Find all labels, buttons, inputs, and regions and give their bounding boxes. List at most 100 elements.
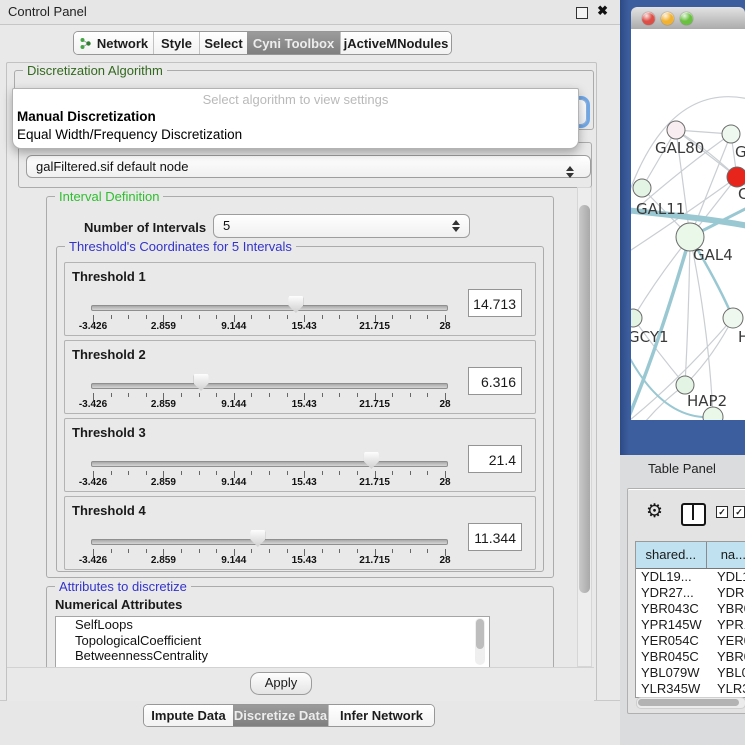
- tick-mark: [251, 471, 252, 475]
- number-of-intervals-combo[interactable]: 5: [213, 214, 470, 238]
- checkbox-icon[interactable]: ✓: [733, 506, 745, 518]
- tick-mark: [322, 471, 323, 475]
- node-GAL11[interactable]: [633, 179, 651, 197]
- tick-mark: [269, 315, 270, 319]
- node-GAL80[interactable]: [667, 121, 685, 139]
- numerical-attributes-list[interactable]: SelfLoopsTopologicalCoefficientBetweenne…: [55, 616, 490, 669]
- tick-mark: [128, 315, 129, 319]
- network-view-canvas[interactable]: GAL80GACGAL11GAL4GCY1HHAP2: [631, 29, 745, 420]
- tab-jactivemnodules[interactable]: jActiveMNodules: [340, 32, 451, 54]
- network-icon: [79, 37, 92, 50]
- cell-shared-name: YBL079W: [636, 665, 707, 681]
- slider-track[interactable]: [91, 539, 448, 545]
- edge: [690, 237, 713, 417]
- cell-name: YPR1: [707, 617, 745, 633]
- list-item[interactable]: SelfLoops: [56, 617, 489, 633]
- panel-scrollbar-thumb[interactable]: [579, 205, 590, 593]
- tick-mark: [146, 549, 147, 553]
- slider-track[interactable]: [91, 461, 448, 467]
- table-row[interactable]: YBR043CYBR0: [636, 601, 745, 617]
- node-GA[interactable]: [722, 125, 740, 143]
- combo-spinner-icon: [566, 165, 575, 179]
- axis-label: 2.859: [139, 555, 187, 566]
- axis-label: 15.43: [280, 399, 328, 410]
- table-data-combo[interactable]: galFiltered.sif default node: [26, 155, 591, 178]
- minimize-traffic-light[interactable]: [661, 12, 674, 25]
- tick-mark: [111, 315, 112, 319]
- popup-option-equal-width[interactable]: Equal Width/Frequency Discretization: [17, 127, 242, 142]
- tick-mark: [128, 393, 129, 397]
- close-traffic-light[interactable]: [642, 12, 655, 25]
- gear-icon[interactable]: ⚙: [646, 500, 663, 523]
- tab-select[interactable]: Select: [199, 32, 247, 54]
- threshold-label: Threshold 1: [72, 269, 146, 284]
- table-row[interactable]: YLR345WYLR3: [636, 681, 745, 697]
- threshold-box-4: Threshold 4-3.4262.8599.14415.4321.71528…: [64, 496, 536, 570]
- cell-name: YBR0: [707, 649, 745, 665]
- popup-option-manual[interactable]: Manual Discretization: [17, 109, 156, 124]
- tick-mark: [199, 549, 200, 553]
- tick-mark: [427, 549, 428, 553]
- threshold-label: Threshold 3: [72, 425, 146, 440]
- threshold-value-field[interactable]: 11.344: [468, 523, 522, 551]
- table-row[interactable]: YPR145WYPR1: [636, 617, 745, 633]
- node-H[interactable]: [723, 308, 743, 328]
- tab-discretize-data[interactable]: Discretize Data: [233, 705, 328, 726]
- float-window-icon[interactable]: [576, 7, 588, 19]
- column-header-shared-name[interactable]: shared...: [636, 542, 707, 568]
- popup-placeholder-item[interactable]: Select algorithm to view settings: [13, 92, 578, 107]
- threshold-value-field[interactable]: 6.316: [468, 367, 522, 395]
- table-row[interactable]: YDR27...YDR2: [636, 585, 745, 601]
- apply-button[interactable]: Apply: [250, 672, 312, 695]
- algorithm-dropdown-popup: Select algorithm to view settings Manual…: [12, 88, 579, 149]
- column-header-name[interactable]: na...: [707, 542, 745, 568]
- tick-mark: [216, 393, 217, 397]
- list-item[interactable]: BetweennessCentrality: [56, 648, 489, 664]
- interval-definition-label: Interval Definition: [55, 189, 163, 204]
- tick-mark: [410, 549, 411, 553]
- zoom-traffic-light[interactable]: [680, 12, 693, 25]
- node-GCY1[interactable]: [631, 309, 642, 327]
- edge: [685, 237, 690, 385]
- columns-icon[interactable]: [681, 503, 706, 526]
- node-table[interactable]: shared... na... YDL19...YDL1YDR27...YDR2…: [635, 541, 745, 698]
- tab-infer-network[interactable]: Infer Network: [328, 705, 434, 726]
- close-icon[interactable]: ✖: [597, 3, 608, 19]
- threshold-value-field[interactable]: 14.713: [468, 289, 522, 317]
- axis-label: -3.426: [69, 321, 117, 332]
- table-horizontal-scrollbar-thumb[interactable]: [638, 699, 739, 706]
- tick-mark: [269, 393, 270, 397]
- tab-cyni-toolbox[interactable]: Cyni Toolbox: [247, 32, 340, 54]
- axis-label: -3.426: [69, 399, 117, 410]
- slider-track[interactable]: [91, 383, 448, 389]
- table-row[interactable]: YDL19...YDL1: [636, 569, 745, 585]
- tick-mark: [146, 393, 147, 397]
- threshold-label: Threshold 2: [72, 347, 146, 362]
- table-row[interactable]: YER054CYER0: [636, 633, 745, 649]
- table-panel-title: Table Panel: [648, 461, 716, 476]
- tick-mark: [128, 471, 129, 475]
- list-item[interactable]: TopologicalCoefficient: [56, 633, 489, 649]
- checkbox-icon[interactable]: ✓: [716, 506, 728, 518]
- cell-shared-name: YBR045C: [636, 649, 707, 665]
- tick-mark: [269, 549, 270, 553]
- network-graph[interactable]: GAL80GACGAL11GAL4GCY1HHAP2: [631, 29, 745, 420]
- tick-mark: [410, 315, 411, 319]
- tab-network[interactable]: Network: [74, 32, 153, 54]
- tab-style[interactable]: Style: [153, 32, 199, 54]
- tick-mark: [357, 471, 358, 475]
- cell-shared-name: YLR345W: [636, 681, 707, 697]
- node-label: GCY1: [631, 328, 669, 346]
- table-row[interactable]: YBL079WYBL0: [636, 665, 745, 681]
- slider-track[interactable]: [91, 305, 448, 311]
- attributes-scrollbar-thumb[interactable]: [476, 619, 484, 649]
- tick-mark: [251, 393, 252, 397]
- table-row[interactable]: YBR045CYBR0: [636, 649, 745, 665]
- axis-label: 21.715: [351, 399, 399, 410]
- tab-impute-data[interactable]: Impute Data: [144, 705, 233, 726]
- tab-label: Discretize Data: [234, 708, 327, 723]
- node-C[interactable]: [727, 167, 745, 187]
- cell-name: YBR0: [707, 601, 745, 617]
- threshold-value-field[interactable]: 21.4: [468, 445, 522, 473]
- axis-label: 9.144: [210, 477, 258, 488]
